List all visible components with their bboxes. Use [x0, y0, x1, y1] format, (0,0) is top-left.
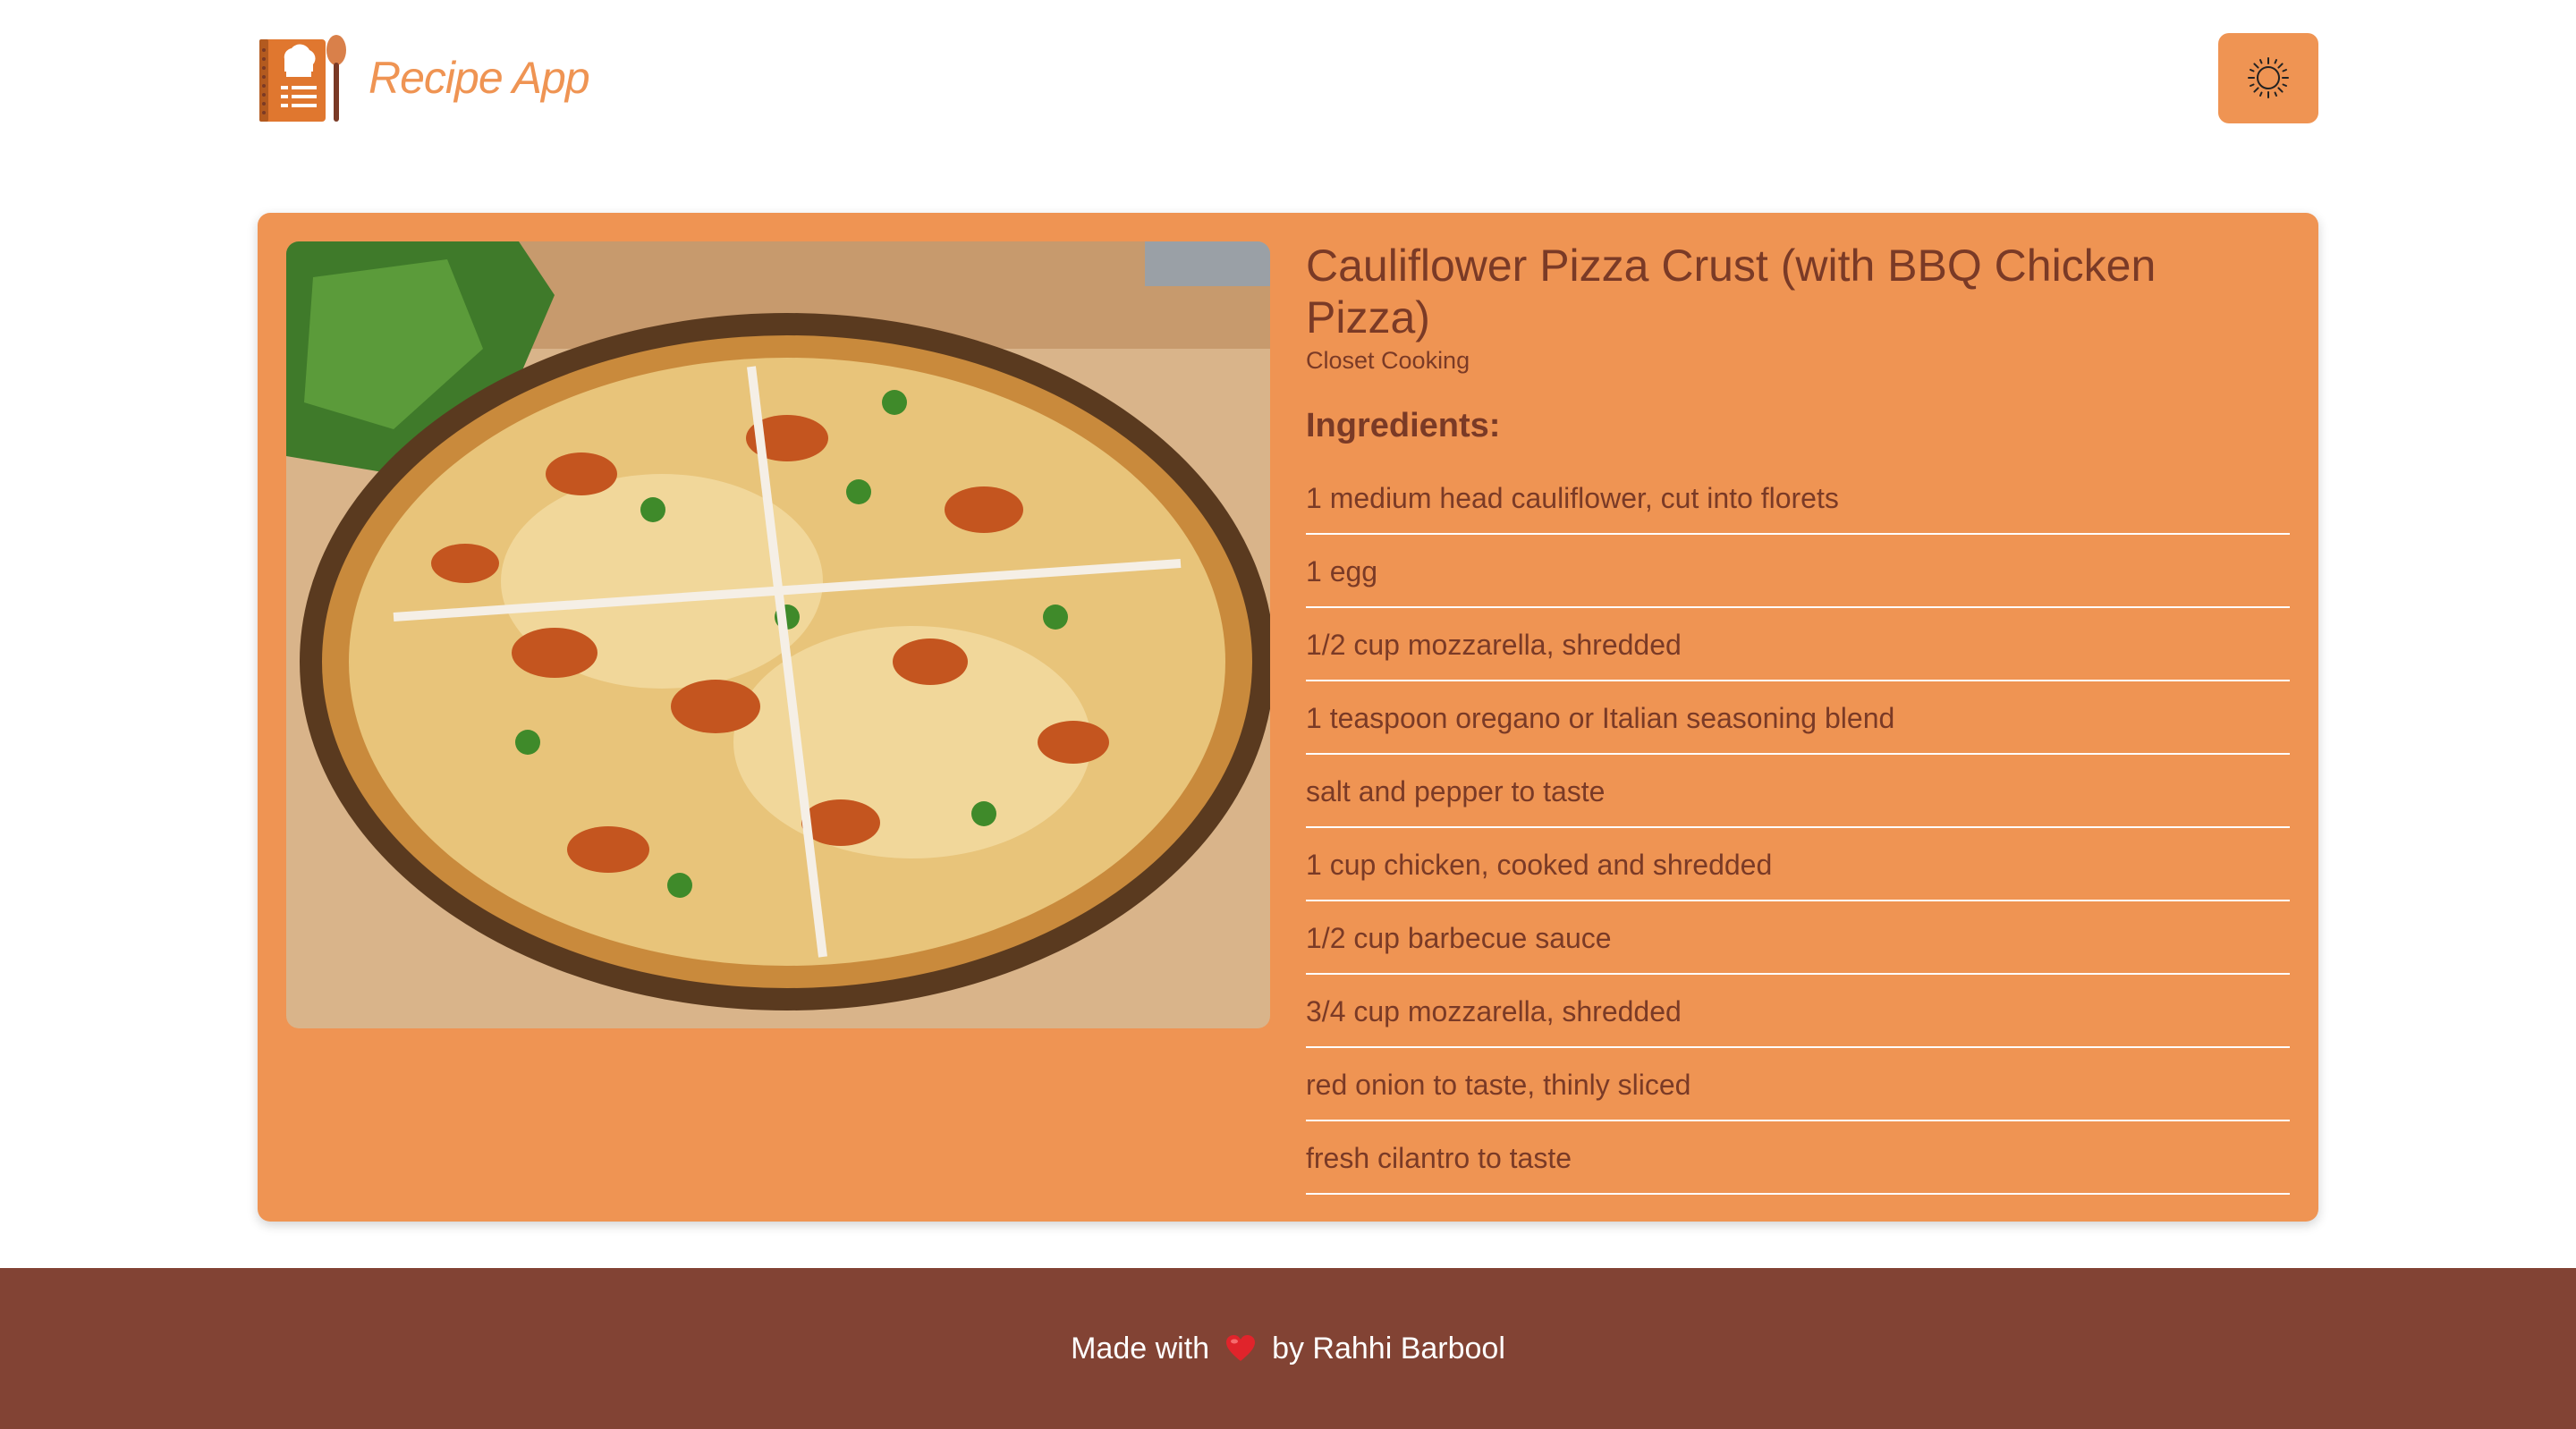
footer-author: by Rahhi Barbool	[1272, 1331, 1505, 1366]
ingredient-item: 1/2 cup barbecue sauce	[1306, 901, 2290, 975]
recipe-photo	[286, 241, 1270, 1028]
ingredient-item: 1 teaspoon oregano or Italian seasoning …	[1306, 681, 2290, 755]
heart-icon	[1226, 1335, 1256, 1361]
ingredient-item: 1 medium head cauliflower, cut into flor…	[1306, 461, 2290, 535]
app-header: Recipe App	[258, 32, 2318, 123]
recipe-info: Cauliflower Pizza Crust (with BBQ Chicke…	[1306, 240, 2290, 1195]
recipe-app-page: Recipe App Cauliflower Pizza Crust (with…	[0, 0, 2576, 1429]
footer-made-with: Made with	[1071, 1331, 1210, 1366]
ingredients-list: 1 medium head cauliflower, cut into flor…	[1306, 461, 2290, 1195]
ingredient-item: salt and pepper to taste	[1306, 755, 2290, 828]
brand[interactable]: Recipe App	[258, 32, 590, 123]
sun-icon	[2248, 57, 2289, 98]
ingredient-item: 1 egg	[1306, 535, 2290, 608]
ingredient-item: 1 cup chicken, cooked and shredded	[1306, 828, 2290, 901]
recipe-book-spoon-icon	[259, 35, 346, 122]
ingredient-item: red onion to taste, thinly sliced	[1306, 1048, 2290, 1121]
recipe-title: Cauliflower Pizza Crust (with BBQ Chicke…	[1306, 241, 2157, 342]
app-footer: Made with by Rahhi Barbool	[0, 1268, 2576, 1429]
app-title: Recipe App	[369, 53, 590, 103]
ingredient-item: fresh cilantro to taste	[1306, 1121, 2290, 1195]
ingredient-item: 1/2 cup mozzarella, shredded	[1306, 608, 2290, 681]
recipe-card: Cauliflower Pizza Crust (with BBQ Chicke…	[258, 213, 2318, 1222]
theme-toggle-button[interactable]	[2218, 32, 2318, 123]
ingredient-item: 3/4 cup mozzarella, shredded	[1306, 975, 2290, 1048]
ingredients-heading: Ingredients:	[1306, 407, 1501, 444]
recipe-source: Closet Cooking	[1306, 347, 1470, 374]
